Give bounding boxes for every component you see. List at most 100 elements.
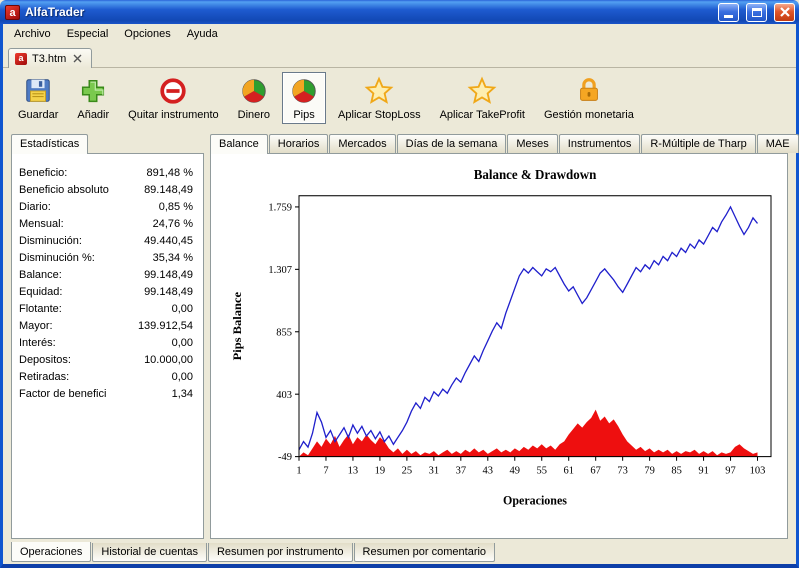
anadir-button[interactable]: Añadir xyxy=(70,72,116,124)
stat-row-flotante: Flotante: 0,00 xyxy=(12,300,203,317)
stat-row-balance: Balance: 99.148,49 xyxy=(12,266,203,283)
aplicar-stoploss-button[interactable]: Aplicar StopLoss xyxy=(331,72,428,124)
stat-row-mensual: Mensual:24,76 % xyxy=(12,215,203,232)
stat-value: 49.440,45 xyxy=(144,235,193,247)
gestion-monetaria-label: Gestión monetaria xyxy=(544,109,634,121)
tab-instrumentos[interactable]: Instrumentos xyxy=(559,134,641,153)
svg-text:55: 55 xyxy=(536,464,546,476)
dinero-button[interactable]: Dinero xyxy=(231,72,277,124)
minimize-icon xyxy=(724,15,733,18)
stat-label: Factor de benefici xyxy=(19,388,106,400)
tab-resumen-por-instrumento[interactable]: Resumen por instrumento xyxy=(208,543,353,562)
maximize-icon xyxy=(752,8,762,17)
stat-row-retiradas: Retiradas:0,00 xyxy=(12,368,203,385)
aplicar-stoploss-label: Aplicar StopLoss xyxy=(338,109,421,121)
stat-value: 0,00 xyxy=(172,303,193,315)
window-frame: Archivo Especial Opciones Ayuda a T3.htm xyxy=(0,24,799,568)
svg-text:1.759: 1.759 xyxy=(268,201,292,213)
svg-text:403: 403 xyxy=(276,389,292,401)
svg-text:25: 25 xyxy=(402,464,412,476)
document-tab-bar: a T3.htm xyxy=(3,44,796,68)
bottom-tab-bar: Operaciones Historial de cuentas Resumen… xyxy=(3,543,796,564)
tab-meses[interactable]: Meses xyxy=(507,134,557,153)
gestion-monetaria-button[interactable]: Gestión monetaria xyxy=(537,72,641,124)
star-icon xyxy=(364,76,394,106)
tab-balance[interactable]: Balance xyxy=(210,134,268,154)
stat-label: Mayor: xyxy=(19,320,53,332)
stat-label: Balance: xyxy=(19,269,62,281)
tab-r-multiple-de-tharp[interactable]: R-Múltiple de Tharp xyxy=(641,134,755,153)
stat-label: Disminución: xyxy=(19,235,82,247)
stat-value: 99.148,49 xyxy=(144,286,193,298)
tab-dias-de-la-semana[interactable]: Días de la semana xyxy=(397,134,507,153)
svg-text:7: 7 xyxy=(323,464,329,476)
svg-text:13: 13 xyxy=(348,464,358,476)
svg-text:37: 37 xyxy=(456,464,467,476)
stat-row-disminucion-pct: Disminución %: 35,34 % xyxy=(12,249,203,266)
maximize-button[interactable] xyxy=(746,3,767,22)
statistics-panel: Estadísticas Beneficio:891,48 % Benefici… xyxy=(11,133,204,539)
dinero-label: Dinero xyxy=(238,109,270,121)
document-close-button[interactable] xyxy=(71,52,84,65)
pips-label: Pips xyxy=(293,109,314,121)
close-icon xyxy=(779,6,791,18)
pie-chart-icon xyxy=(289,76,319,106)
minimize-button[interactable] xyxy=(718,3,739,22)
document-tab-t3[interactable]: a T3.htm xyxy=(8,48,92,68)
menu-ayuda[interactable]: Ayuda xyxy=(179,26,226,42)
tab-estadisticas[interactable]: Estadísticas xyxy=(11,134,88,154)
svg-text:-49: -49 xyxy=(278,451,292,463)
star-icon xyxy=(467,76,497,106)
stat-value: 0,00 xyxy=(172,371,193,383)
stat-label: Disminución %: xyxy=(19,252,95,264)
stat-label: Flotante: xyxy=(19,303,62,315)
stat-row-beneficio-absoluto: Beneficio absoluto89.148,49 xyxy=(12,181,203,198)
close-icon xyxy=(73,54,82,63)
app-window: a AlfaTrader Archivo Especial Opciones A… xyxy=(0,0,799,568)
stat-row-factor-beneficio: Factor de benefici1,34 xyxy=(12,385,203,402)
chart-container: -494038551.3071.759171319253137434955616… xyxy=(210,153,788,539)
svg-text:Operaciones: Operaciones xyxy=(503,493,567,507)
stat-value: 99.148,49 xyxy=(144,269,193,281)
stat-value: 0,85 % xyxy=(159,201,193,213)
tab-resumen-por-comentario[interactable]: Resumen por comentario xyxy=(354,543,496,562)
stat-value: 10.000,00 xyxy=(144,354,193,366)
svg-text:67: 67 xyxy=(590,464,601,476)
floppy-disk-icon xyxy=(23,76,53,106)
svg-text:1: 1 xyxy=(296,464,301,476)
svg-text:91: 91 xyxy=(698,464,708,476)
tab-mae[interactable]: MAE xyxy=(757,134,799,153)
close-button[interactable] xyxy=(774,3,795,22)
stat-row-interes: Interés:0,00 xyxy=(12,334,203,351)
stat-row-equidad: Equidad:99.148,49 xyxy=(12,283,203,300)
svg-text:43: 43 xyxy=(483,464,493,476)
svg-text:73: 73 xyxy=(617,464,627,476)
stat-label: Depositos: xyxy=(19,354,71,366)
chart-tab-bar: Balance Horarios Mercados Días de la sem… xyxy=(210,133,788,153)
stat-label: Mensual: xyxy=(19,218,64,230)
stat-value: 0,00 xyxy=(172,337,193,349)
aplicar-takeprofit-button[interactable]: Aplicar TakeProfit xyxy=(433,72,532,124)
tab-historial-de-cuentas[interactable]: Historial de cuentas xyxy=(92,543,207,562)
stat-row-beneficio: Beneficio:891,48 % xyxy=(12,164,203,181)
menu-archivo[interactable]: Archivo xyxy=(6,26,59,42)
tab-mercados[interactable]: Mercados xyxy=(329,134,395,153)
anadir-label: Añadir xyxy=(77,109,109,121)
svg-text:61: 61 xyxy=(563,464,573,476)
stat-row-depositos: Depositos: 10.000,00 xyxy=(12,351,203,368)
menu-opciones[interactable]: Opciones xyxy=(116,26,178,42)
quitar-instrumento-button[interactable]: Quitar instrumento xyxy=(121,72,225,124)
statistics-tab-bar: Estadísticas xyxy=(11,133,204,153)
app-logo-icon: a xyxy=(5,5,20,20)
tab-operaciones[interactable]: Operaciones xyxy=(11,542,91,562)
stat-value: 35,34 % xyxy=(153,252,193,264)
stat-label: Beneficio: xyxy=(19,167,67,179)
tab-horarios[interactable]: Horarios xyxy=(269,134,329,153)
guardar-button[interactable]: Guardar xyxy=(11,72,65,124)
stat-value: 139.912,54 xyxy=(138,320,193,332)
svg-text:1.307: 1.307 xyxy=(268,264,292,276)
svg-text:103: 103 xyxy=(750,464,766,476)
menu-especial[interactable]: Especial xyxy=(59,26,117,42)
pie-chart-icon xyxy=(239,76,269,106)
pips-button[interactable]: Pips xyxy=(282,72,326,124)
